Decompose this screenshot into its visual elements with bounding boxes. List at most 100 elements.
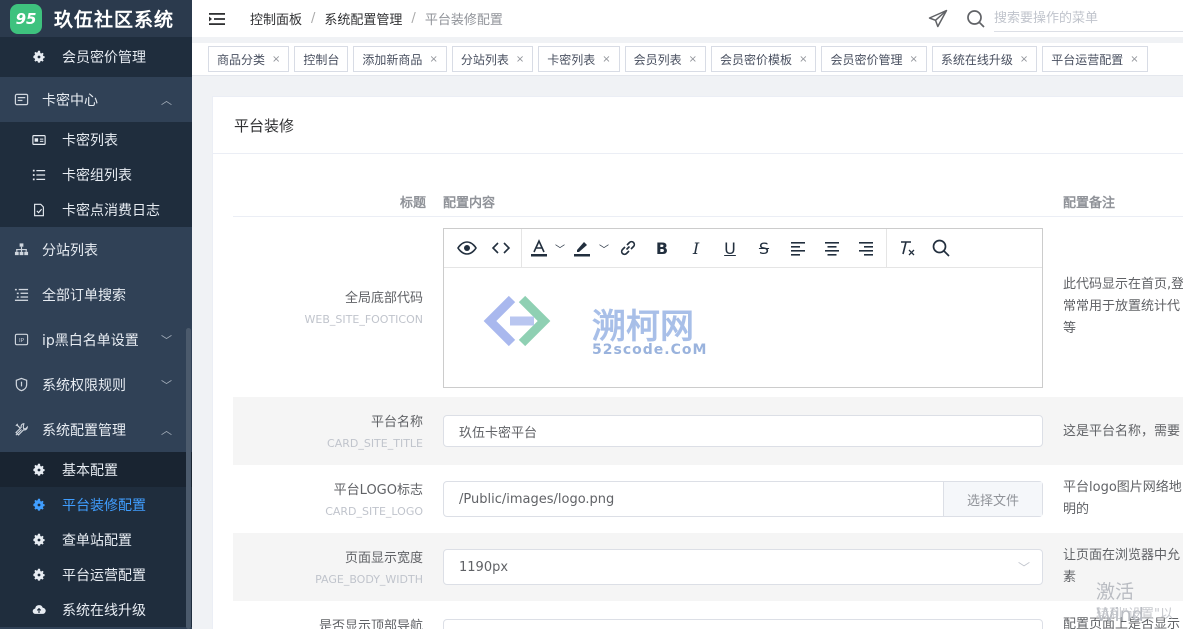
sidebar-item-operation-config[interactable]: 平台运营配置 xyxy=(0,557,192,592)
close-icon[interactable]: × xyxy=(909,54,917,65)
sidebar-item-query-site-config[interactable]: 查单站配置 xyxy=(0,522,192,557)
row-label: 页面显示宽度 xyxy=(344,551,423,566)
link-icon[interactable] xyxy=(611,233,645,263)
close-icon[interactable]: × xyxy=(272,54,280,65)
tag-label: 会员密价模板 xyxy=(720,52,793,67)
source-code-icon[interactable] xyxy=(484,233,518,263)
tag-item[interactable]: 会员密价模板 × xyxy=(711,46,817,72)
column-header-label: 标题 xyxy=(399,196,426,211)
sidebar-item-order-search[interactable]: 全部订单搜索 xyxy=(0,272,192,317)
sidebar-item-card-group-list[interactable]: 卡密组列表 xyxy=(0,157,192,192)
sidebar-item-label: 平台装修配置 xyxy=(62,497,146,514)
site-logo-input[interactable]: /Public/images/logo.png 选择文件 xyxy=(443,481,1043,517)
row-note: 这是平台名称，需要 xyxy=(1063,421,1180,443)
row-note: 此代码显示在首页,登 常常用于放置统计代 等 xyxy=(1063,274,1183,340)
breadcrumb-separator: / xyxy=(311,11,316,26)
tag-item[interactable]: 会员密价管理 × xyxy=(821,46,927,72)
list-icon xyxy=(32,168,46,182)
show-top-nav-select[interactable] xyxy=(443,619,1043,629)
close-icon[interactable]: × xyxy=(516,54,524,65)
tools-icon xyxy=(12,421,30,439)
tag-item[interactable]: 分站列表 × xyxy=(451,46,534,72)
tag-label: 会员列表 xyxy=(633,52,682,67)
align-center-icon[interactable] xyxy=(815,233,849,263)
close-icon[interactable]: × xyxy=(602,54,610,65)
sidebar-item-label: ip黑白名单设置 xyxy=(42,332,139,349)
ip-icon: IP xyxy=(12,331,30,349)
close-icon[interactable]: × xyxy=(1130,54,1138,65)
sidebar-item-label: 卡密组列表 xyxy=(62,167,132,184)
editor-toolbar: ﹀ ﹀ B I U S xyxy=(444,228,1042,268)
align-right-icon[interactable] xyxy=(849,233,883,263)
gear-icon xyxy=(32,568,46,582)
row-note: 平台logo图片网络地 明的 xyxy=(1063,477,1182,521)
note-line: 平台logo图片网络地 xyxy=(1063,480,1182,495)
tag-label: 系统在线升级 xyxy=(940,52,1013,67)
tag-item[interactable]: 卡密列表 × xyxy=(538,46,620,72)
bold-icon[interactable]: B xyxy=(645,233,679,263)
site-title-input[interactable]: 玖伍卡密平台 xyxy=(443,415,1043,447)
main-content: 平台装修 标题 配置内容 配置备注 全局底部代码 WEB_SITE_FOOTIC… xyxy=(192,76,1183,629)
sidebar-item-basic-config[interactable]: 基本配置 xyxy=(0,452,192,487)
tag-item[interactable]: 添加新商品 × xyxy=(353,46,447,72)
column-header-note: 配置备注 xyxy=(1063,196,1116,211)
close-icon[interactable]: × xyxy=(799,54,807,65)
close-icon[interactable]: × xyxy=(1020,54,1028,65)
close-icon[interactable]: × xyxy=(429,54,437,65)
sidebar-item-decoration-config[interactable]: 平台装修配置 xyxy=(0,487,192,522)
row-label: 全局底部代码 xyxy=(344,291,423,306)
italic-icon[interactable]: I xyxy=(679,233,713,263)
clear-format-icon[interactable] xyxy=(890,233,924,263)
tag-item[interactable]: 会员列表 × xyxy=(624,46,707,72)
sidebar: 95 玖伍社区系统 会员密价管理 卡密中心 ︿ 卡密列表 卡密组列表 卡密点消费… xyxy=(0,0,192,629)
tag-item[interactable]: 系统在线升级 × xyxy=(931,46,1038,72)
row-key: WEB_SITE_FOOTICON xyxy=(304,313,423,326)
tag-label: 平台运营配置 xyxy=(1051,52,1124,67)
breadcrumb-item[interactable]: 控制面板 xyxy=(250,9,302,28)
config-row-page-width: 页面显示宽度 PAGE_BODY_WIDTH 1190px ﹀ 让页面在浏览器中… xyxy=(233,533,1183,601)
svg-text:IP: IP xyxy=(18,338,24,344)
preview-eye-icon[interactable] xyxy=(450,233,484,263)
row-key: CARD_SITE_LOGO xyxy=(325,505,423,518)
tag-label: 控制台 xyxy=(303,52,340,67)
search-icon[interactable] xyxy=(966,9,986,29)
tag-label: 分站列表 xyxy=(460,52,509,67)
underline-icon[interactable]: U xyxy=(713,233,747,263)
sidebar-item-label: 基本配置 xyxy=(62,462,118,479)
chevron-down-icon[interactable]: ﹀ xyxy=(597,233,611,263)
tag-item[interactable]: 平台运营配置 × xyxy=(1042,46,1148,72)
tag-item[interactable]: 控制台 xyxy=(294,46,349,72)
page-width-select[interactable]: 1190px ﹀ xyxy=(443,549,1043,585)
sidebar-item-label: 会员密价管理 xyxy=(62,50,146,66)
close-icon[interactable]: × xyxy=(689,54,697,65)
sidebar-item-member-price[interactable]: 会员密价管理 xyxy=(0,37,192,77)
chevron-down-icon[interactable]: ﹀ xyxy=(553,233,567,263)
row-label: 平台名称 xyxy=(370,415,423,430)
sidebar-group-ip-list[interactable]: IP ip黑白名单设置 ﹀ xyxy=(0,317,192,362)
sidebar-item-online-upgrade[interactable]: 系统在线升级 xyxy=(0,592,192,627)
sidebar-item-card-point-log[interactable]: 卡密点消费日志 xyxy=(0,192,192,227)
text-color-icon[interactable] xyxy=(525,233,553,263)
tag-item[interactable]: 商品分类 × xyxy=(208,46,290,72)
brand[interactable]: 95 玖伍社区系统 xyxy=(0,0,192,37)
choose-file-button[interactable]: 选择文件 xyxy=(943,482,1042,516)
menu-search-input[interactable] xyxy=(994,5,1183,32)
gear-icon xyxy=(32,533,46,547)
breadcrumb-item[interactable]: 系统配置管理 xyxy=(324,9,402,28)
sidebar-group-system-config[interactable]: 系统配置管理 ︿ xyxy=(0,407,192,452)
card-title: 平台装修 xyxy=(213,97,1183,154)
paper-plane-icon[interactable] xyxy=(928,9,948,29)
highlight-color-icon[interactable] xyxy=(567,233,597,263)
menu-toggle-icon[interactable] xyxy=(208,10,226,28)
sidebar-group-card-center[interactable]: 卡密中心 ︿ xyxy=(0,77,192,122)
rich-text-editor[interactable]: ﹀ ﹀ B I U S 溯柯网 52scode.CoM xyxy=(443,228,1043,388)
sidebar-item-substation-list[interactable]: 分站列表 xyxy=(0,227,192,272)
sidebar-group-permission-rules[interactable]: 系统权限规则 ﹀ xyxy=(0,362,192,407)
sidebar-item-card-list[interactable]: 卡密列表 xyxy=(0,122,192,157)
align-left-icon[interactable] xyxy=(781,233,815,263)
note-line: 等 xyxy=(1063,321,1077,336)
search-icon[interactable] xyxy=(924,233,958,263)
sidebar-scrollbar[interactable] xyxy=(186,328,191,629)
sidebar-item-label: 卡密点消费日志 xyxy=(62,202,160,219)
strikethrough-icon[interactable]: S xyxy=(747,233,781,263)
